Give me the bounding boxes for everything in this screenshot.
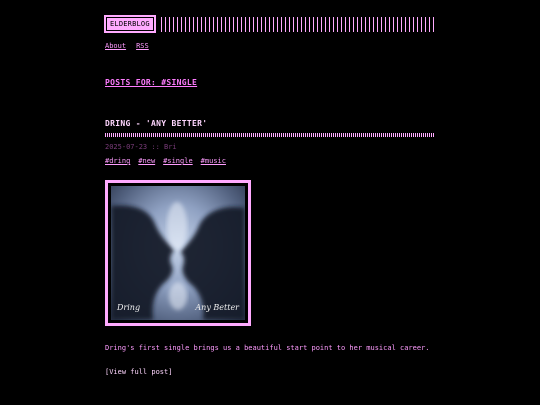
page-heading: POSTS FOR: #SINGLE (105, 78, 198, 87)
post-meta: 2025-07-23 :: Bri (105, 143, 177, 151)
view-full-post-link[interactable]: [View full post] (105, 368, 172, 376)
tag-link[interactable]: #dring (105, 157, 130, 165)
post-title-divider (105, 133, 435, 137)
post-title: DRING - 'ANY BETTER' (105, 119, 208, 128)
album-cover-image: Dring Any Better (111, 186, 245, 320)
post-summary: Dring's first single brings us a beautif… (105, 344, 430, 352)
tag-link[interactable]: #new (138, 157, 155, 165)
post-tags: #dring #new #single #music (105, 157, 435, 165)
cover-artist-text: Dring (117, 303, 141, 312)
cover-silhouettes-icon (111, 202, 245, 320)
post-entry: DRING - 'ANY BETTER' 2025-07-23 :: Bri #… (105, 119, 435, 376)
post-cover-frame: Dring Any Better (105, 180, 251, 326)
read-more: [View full post] (105, 368, 435, 376)
page-container: ELDERBLOG About RSS POSTS FOR: #SINGLE D… (104, 15, 435, 376)
tag-link[interactable]: #single (163, 157, 193, 165)
site-logo[interactable]: ELDERBLOG (104, 15, 156, 33)
nav-about-link[interactable]: About (105, 42, 126, 50)
tag-link[interactable]: #music (201, 157, 226, 165)
site-header: ELDERBLOG (104, 15, 435, 33)
site-nav: About RSS (105, 42, 435, 50)
header-divider (160, 16, 435, 32)
nav-rss-link[interactable]: RSS (136, 42, 149, 50)
cover-album-text: Any Better (195, 303, 239, 312)
